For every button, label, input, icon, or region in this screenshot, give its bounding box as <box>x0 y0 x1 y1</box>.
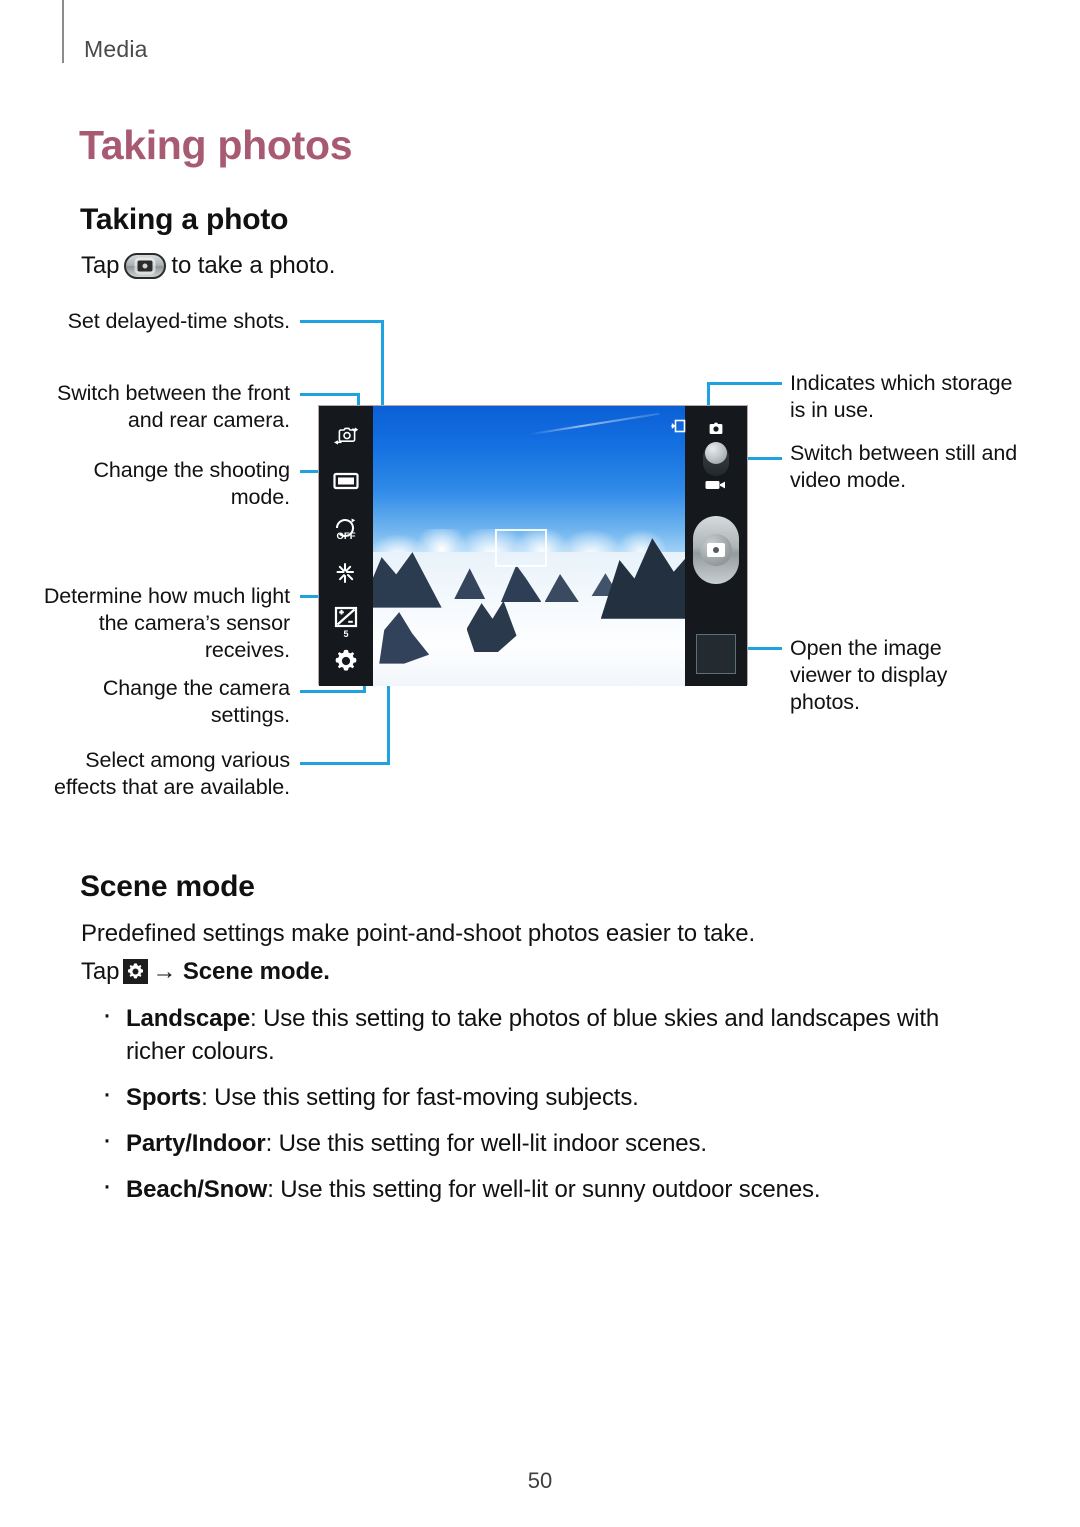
scene-term: Beach/Snow <box>126 1176 268 1203</box>
tap-scene-prefix: Tap <box>81 958 120 985</box>
callout-label-image-viewer: Open the image viewer to display photos. <box>790 636 948 714</box>
scene-path-period: . <box>323 958 330 985</box>
camera-left-toolbar: OFF 5 <box>319 406 373 686</box>
scene-path-arrow: → <box>152 958 177 985</box>
camera-ui-diagram: Set delayed-time shots. Switch between t… <box>0 290 1080 850</box>
callout-label-shooting-mode: Change the shooting mode. <box>93 458 290 509</box>
shutter-camera-glyph <box>707 543 725 557</box>
list-item: Party/Indoor: Use this setting for well-… <box>96 1123 996 1160</box>
scene-desc: : Use this setting for well-lit or sunny… <box>267 1176 821 1203</box>
callout-label-delayed-time: Set delayed-time shots. <box>67 309 290 333</box>
settings-gear-icon[interactable] <box>333 648 359 674</box>
header-divider <box>62 0 64 63</box>
leader-storage-h <box>707 382 782 385</box>
shooting-mode-icon[interactable] <box>333 472 359 490</box>
video-mode-icon[interactable] <box>705 478 727 496</box>
tap-prefix-text: Tap <box>81 252 120 279</box>
camera-app-mockup: OFF 5 <box>318 405 748 686</box>
callout-label-storage: Indicates which storage is in use. <box>790 371 1013 422</box>
still-video-toggle[interactable] <box>701 422 731 496</box>
gear-icon <box>123 959 149 984</box>
leader-image-viewer-h <box>748 647 782 650</box>
scene-mode-path: Tap → Scene mode. <box>81 958 330 986</box>
scene-path-target: Scene mode <box>182 958 324 985</box>
leader-effects-h <box>300 762 390 765</box>
camera-preview <box>373 406 685 686</box>
effects-icon[interactable] <box>334 562 358 586</box>
scene-term: Party/Indoor <box>126 1130 266 1157</box>
scene-mode-description: Predefined settings make point-and-shoot… <box>81 920 756 947</box>
callout-label-still-video: Switch between still and video mode. <box>790 441 1018 492</box>
callout-label-effects: Select among various effects that are av… <box>54 748 290 799</box>
page-number: 50 <box>527 1468 553 1493</box>
exposure-icon[interactable] <box>334 606 358 628</box>
callout-label-exposure: Determine how much light the camera’s se… <box>43 584 290 662</box>
scene-desc: : Use this setting for fast-moving subje… <box>201 1084 639 1111</box>
heading-taking-a-photo: Taking a photo <box>80 203 289 236</box>
tap-suffix-text: to take a photo. <box>171 252 336 279</box>
document-page: Media Taking photos Taking a photo Tap to… <box>0 0 1080 1527</box>
list-item: Landscape: Use this setting to take phot… <box>96 998 996 1068</box>
scene-mode-list: Landscape: Use this setting to take phot… <box>96 998 996 1219</box>
leader-switch-camera-h <box>300 393 360 396</box>
leader-settings-h <box>300 690 366 693</box>
exposure-value: 5 <box>343 629 349 639</box>
focus-frame <box>494 529 547 568</box>
camera-right-toolbar <box>671 406 747 686</box>
list-item: Sports: Use this setting for fast-moving… <box>96 1077 996 1114</box>
section-label: Media <box>84 36 148 62</box>
callout-label-camera-settings: Change the camera settings. <box>102 676 290 727</box>
timer-off-icon[interactable]: OFF <box>331 516 361 542</box>
shutter-button[interactable] <box>693 516 739 584</box>
storage-indicator-icon <box>671 418 687 439</box>
still-mode-icon[interactable] <box>706 422 726 442</box>
tap-instruction: Tap to take a photo. <box>81 252 335 280</box>
scene-desc: : Use this setting for well-lit indoor s… <box>265 1130 707 1157</box>
list-item: Beach/Snow: Use this setting for well-li… <box>96 1169 996 1206</box>
scene-term: Sports <box>126 1084 202 1111</box>
switch-camera-icon[interactable] <box>333 426 359 446</box>
callout-label-switch-camera: Switch between the front and rear camera… <box>56 381 290 432</box>
gallery-thumbnail[interactable] <box>696 634 736 674</box>
heading-scene-mode: Scene mode <box>80 870 255 903</box>
svg-text:OFF: OFF <box>337 531 356 542</box>
scene-term: Landscape <box>126 1005 251 1032</box>
camera-shutter-icon <box>124 253 167 279</box>
page-title: Taking photos <box>79 122 353 168</box>
toggle-knob[interactable] <box>705 442 727 464</box>
leader-delayed-time-h <box>300 320 384 323</box>
shutter-inner-ring <box>700 534 732 566</box>
